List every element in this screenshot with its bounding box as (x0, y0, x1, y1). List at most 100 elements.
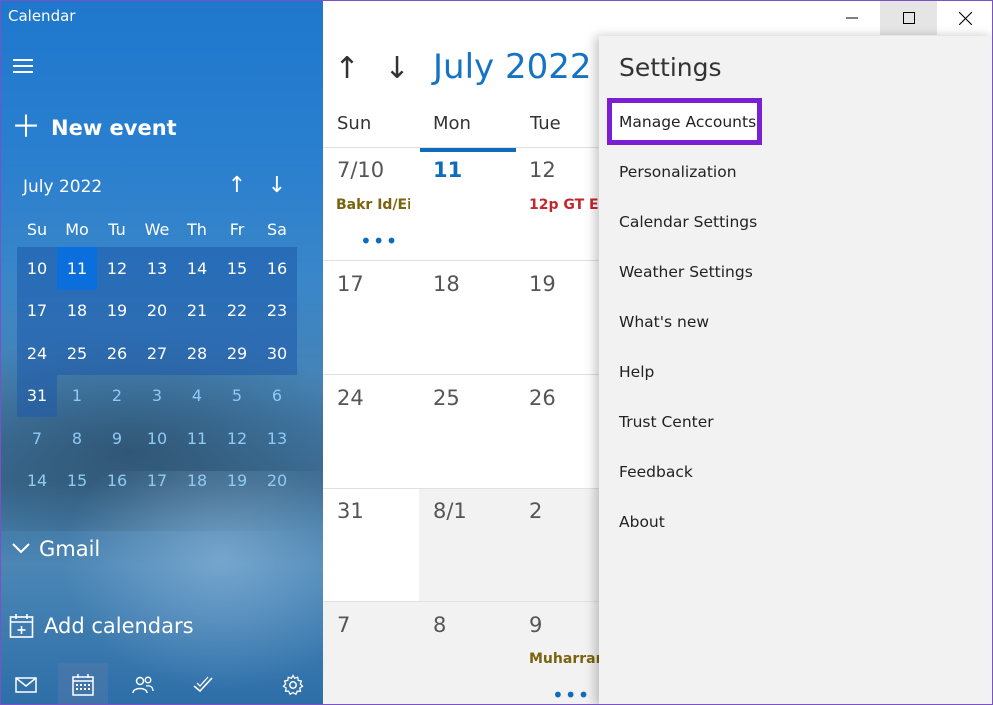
mail-icon[interactable] (1, 663, 51, 704)
mini-day-other-month[interactable]: 13 (257, 417, 297, 460)
previous-month-arrow-up-icon[interactable]: ↑ (329, 51, 365, 87)
settings-gear-icon[interactable] (268, 663, 318, 704)
window-controls (823, 1, 992, 35)
mini-day-other-month[interactable]: 9 (97, 417, 137, 460)
mini-day-other-month[interactable]: 6 (257, 375, 297, 418)
month-title[interactable]: July 2022 (433, 47, 591, 87)
close-icon[interactable] (937, 1, 992, 35)
day-number[interactable]: 26 (529, 386, 556, 410)
week-divider (323, 260, 603, 261)
mini-day[interactable]: 12 (97, 247, 137, 290)
mini-day[interactable]: 19 (97, 289, 137, 332)
more-events-indicator[interactable]: ••• (360, 231, 398, 251)
event-item[interactable]: 12p GT Ed (529, 197, 605, 213)
weekday-header: Tue (530, 113, 561, 134)
day-number-today[interactable]: 11 (433, 158, 462, 182)
mini-day-other-month[interactable]: 16 (97, 460, 137, 503)
mini-calendar-month-title[interactable]: July 2022 (23, 177, 102, 197)
day-number[interactable]: 2 (529, 499, 542, 523)
hamburger-menu-icon[interactable] (13, 57, 35, 75)
chevron-down-icon (11, 539, 31, 560)
mini-day-selected[interactable]: 11 (57, 247, 97, 290)
new-event-button[interactable]: ＋ New event (11, 113, 177, 143)
day-number[interactable]: 12 (529, 158, 556, 182)
mini-day-other-month[interactable]: 1 (57, 375, 97, 418)
mini-day[interactable]: 24 (17, 332, 57, 375)
mini-day[interactable]: 31 (17, 374, 57, 417)
calendar-icon[interactable] (58, 663, 108, 704)
mini-day[interactable]: 16 (257, 247, 297, 290)
settings-item-calendar-settings[interactable]: Calendar Settings (619, 213, 757, 231)
maximize-icon[interactable] (880, 1, 937, 35)
mini-day[interactable]: 22 (217, 289, 257, 332)
day-number[interactable]: 19 (529, 272, 556, 296)
mini-day[interactable]: 25 (57, 332, 97, 375)
settings-item-manage-accounts[interactable]: Manage Accounts (619, 113, 756, 131)
day-number[interactable]: 25 (433, 386, 460, 410)
settings-item-about[interactable]: About (619, 513, 665, 531)
settings-item-help[interactable]: Help (619, 363, 654, 381)
mini-day[interactable]: 21 (177, 289, 217, 332)
more-events-indicator[interactable]: ••• (552, 685, 590, 704)
mini-day[interactable]: 23 (257, 289, 297, 332)
mini-calendar-previous-arrow-up-icon[interactable]: ↑ (224, 173, 250, 201)
mini-day[interactable]: 28 (177, 332, 217, 375)
mini-day[interactable]: 30 (257, 332, 297, 375)
mini-day-other-month[interactable]: 15 (57, 460, 97, 503)
mini-day-other-month[interactable]: 4 (177, 375, 217, 418)
week-divider (323, 147, 603, 148)
gmail-account-toggle[interactable]: Gmail (11, 537, 100, 561)
mini-day-other-month[interactable]: 12 (217, 417, 257, 460)
mini-day[interactable]: 20 (137, 289, 177, 332)
navigation-pane: Calendar ＋ New event July 2022 ↑ ↓ Su Mo… (1, 1, 323, 704)
settings-item-weather-settings[interactable]: Weather Settings (619, 263, 753, 281)
calendar-window: Calendar ＋ New event July 2022 ↑ ↓ Su Mo… (0, 0, 993, 705)
next-month-arrow-down-icon[interactable]: ↓ (379, 51, 415, 87)
mini-day[interactable]: 15 (217, 247, 257, 290)
mini-day-other-month[interactable]: 7 (17, 417, 57, 460)
mini-day[interactable]: 13 (137, 247, 177, 290)
mini-day-other-month[interactable]: 17 (137, 460, 177, 503)
mini-day[interactable]: 27 (137, 332, 177, 375)
mini-day-other-month[interactable]: 10 (137, 417, 177, 460)
mini-day[interactable]: 10 (17, 247, 57, 290)
mini-day-other-month[interactable]: 5 (217, 375, 257, 418)
day-number[interactable]: 7 (337, 613, 350, 637)
day-number[interactable]: 7/10 (337, 158, 384, 182)
mini-day[interactable]: 26 (97, 332, 137, 375)
mini-day[interactable]: 18 (57, 289, 97, 332)
mini-calendar-week: 17 18 19 20 21 22 23 (17, 289, 297, 332)
settings-item-whats-new[interactable]: What's new (619, 313, 709, 331)
day-number[interactable]: 17 (337, 272, 364, 296)
add-calendars-button[interactable]: Add calendars (9, 613, 194, 639)
mini-day-other-month[interactable]: 2 (97, 375, 137, 418)
plus-icon: ＋ (11, 110, 41, 145)
event-holiday[interactable]: Muharram (529, 651, 605, 667)
mini-day-other-month[interactable]: 18 (177, 460, 217, 503)
settings-item-feedback[interactable]: Feedback (619, 463, 693, 481)
todo-checkmark-icon[interactable] (178, 663, 228, 704)
day-number[interactable]: 9 (529, 613, 542, 637)
mini-day-other-month[interactable]: 11 (177, 417, 217, 460)
mini-calendar-next-arrow-down-icon[interactable]: ↓ (264, 173, 290, 201)
day-number[interactable]: 31 (337, 499, 364, 523)
mini-day-other-month[interactable]: 8 (57, 417, 97, 460)
mini-day-other-month[interactable]: 3 (137, 375, 177, 418)
day-number[interactable]: 18 (433, 272, 460, 296)
settings-item-personalization[interactable]: Personalization (619, 163, 737, 181)
event-holiday[interactable]: Bakr Id/Eid (336, 197, 410, 213)
day-number[interactable]: 8 (433, 613, 446, 637)
mini-day[interactable]: 29 (217, 332, 257, 375)
mini-day-other-month[interactable]: 20 (257, 460, 297, 503)
day-number[interactable]: 24 (337, 386, 364, 410)
mini-calendar-week: 24 25 26 27 28 29 30 (17, 332, 297, 375)
day-number[interactable]: 8/1 (433, 499, 467, 523)
mini-day[interactable]: 17 (17, 289, 57, 332)
weekday-label: Mo (65, 219, 89, 239)
settings-item-trust-center[interactable]: Trust Center (619, 413, 714, 431)
mini-day-other-month[interactable]: 19 (217, 460, 257, 503)
people-icon[interactable] (118, 663, 168, 704)
mini-day[interactable]: 14 (177, 247, 217, 290)
mini-day-other-month[interactable]: 14 (17, 460, 57, 503)
minimize-icon[interactable] (823, 1, 880, 35)
